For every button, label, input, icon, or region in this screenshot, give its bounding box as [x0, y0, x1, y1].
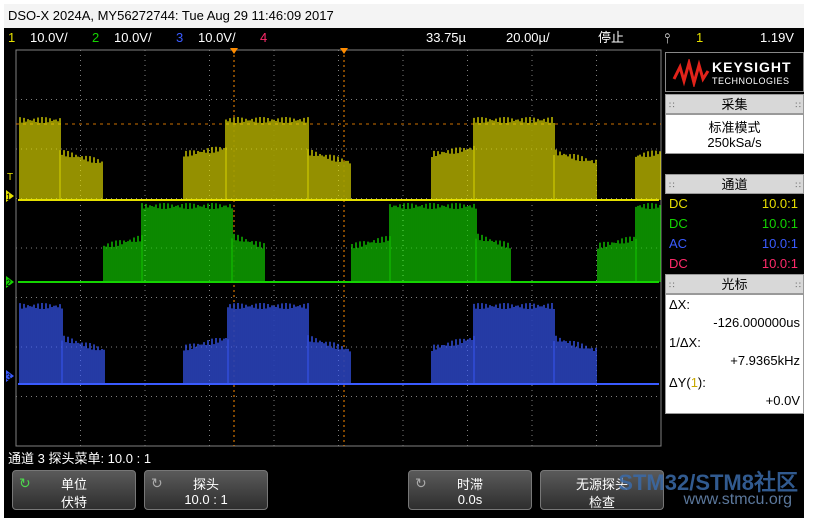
- keysight-logo: KEYSIGHT TECHNOLOGIES: [665, 52, 804, 92]
- grip-dots-icon: ∷: [669, 180, 675, 190]
- delta-y-value: +0.0V: [765, 393, 800, 408]
- ch1-burst: [183, 146, 227, 200]
- softkey-units[interactable]: ↻ 单位 伏特: [12, 470, 136, 510]
- grip-dots-icon: ∷: [669, 100, 675, 110]
- ch2-ground-marker-label: 2: [6, 278, 11, 288]
- inverse-delta-x-label: 1/ΔX:: [669, 335, 701, 350]
- inverse-delta-x-value: +7.9365kHz: [730, 353, 800, 368]
- ch3-scale[interactable]: 10.0V/: [198, 28, 236, 48]
- status-bar: 1 10.0V/ 2 10.0V/ 3 10.0V/ 4 33.75µ 20.0…: [4, 28, 804, 48]
- ch2-burst: [597, 236, 637, 282]
- watermark-url: www.stmcu.org: [683, 491, 792, 508]
- ch3-burst: [61, 335, 105, 384]
- grip-dots-icon: ∷: [795, 100, 801, 110]
- ch2-burst: [635, 203, 661, 282]
- logo-brand: KEYSIGHT: [712, 59, 792, 75]
- ch4-number[interactable]: 4: [260, 28, 267, 48]
- trigger-source[interactable]: 1: [696, 28, 703, 48]
- ch4-probe-ratio: 10.0:1: [761, 256, 798, 271]
- horizontal-delay[interactable]: 33.75µ: [426, 28, 466, 48]
- ch2-probe-row[interactable]: DC 10.0:1: [667, 214, 800, 234]
- acquire-panel: 标准模式 250kSa/s: [665, 114, 804, 154]
- ch1-burst: [473, 117, 555, 200]
- ch2-coupling: DC: [669, 216, 688, 231]
- ch1-burst: [431, 145, 475, 200]
- graticule-border: [15, 49, 662, 447]
- ch2-burst: [141, 203, 233, 282]
- ch2-burst: [103, 235, 143, 282]
- trigger-edge-icon: ⫯: [664, 30, 671, 46]
- trigger-level[interactable]: 1.19V: [760, 28, 794, 48]
- window-title: DSO-X 2024A, MY56272744: Tue Aug 29 11:4…: [4, 4, 804, 28]
- channels-panel-header[interactable]: ∷ 通道 ∷: [665, 174, 804, 194]
- ch1-burst: [553, 149, 597, 200]
- oscilloscope-display: DSO-X 2024A, MY56272744: Tue Aug 29 11:4…: [4, 4, 804, 518]
- timebase-scale[interactable]: 20.00µ/: [506, 28, 550, 48]
- ch1-coupling: DC: [669, 196, 688, 211]
- ch2-burst: [351, 236, 391, 282]
- ch4-coupling: DC: [669, 256, 688, 271]
- ch3-number[interactable]: 3: [176, 28, 183, 48]
- ch1-probe-row[interactable]: DC 10.0:1: [667, 194, 800, 214]
- waveform-graticule: T 1 2 3: [6, 48, 662, 447]
- ch1-burst: [635, 150, 661, 200]
- side-panel: KEYSIGHT TECHNOLOGIES ∷ 采集 ∷ 标准模式 250kSa…: [665, 48, 804, 448]
- grip-dots-icon: ∷: [795, 180, 801, 190]
- softkey-probe[interactable]: ↻ 探头 10.0 : 1: [144, 470, 268, 510]
- ch1-scale[interactable]: 10.0V/: [30, 28, 68, 48]
- grip-dots-icon: ∷: [669, 280, 675, 290]
- delta-y-label: ΔY(1):: [669, 375, 706, 390]
- ch2-scale[interactable]: 10.0V/: [114, 28, 152, 48]
- delta-x-label: ΔX:: [669, 297, 690, 312]
- ch3-burst: [183, 337, 229, 384]
- ch2-number[interactable]: 2: [92, 28, 99, 48]
- ch1-number[interactable]: 1: [8, 28, 15, 48]
- delta-x-value: -126.000000us: [713, 315, 800, 330]
- cursor-panel-header[interactable]: ∷ 光标 ∷: [665, 274, 804, 294]
- ch3-burst: [473, 303, 555, 384]
- ch3-burst: [431, 335, 475, 384]
- ch3-burst: [307, 335, 351, 384]
- ch1-burst: [19, 117, 61, 200]
- ch3-ground-marker-label: 3: [6, 372, 11, 382]
- cursor-panel: ΔX: -126.000000us 1/ΔX: +7.9365kHz ΔY(1)…: [665, 294, 804, 414]
- ch3-burst: [227, 303, 309, 384]
- trigger-position-marker: [230, 48, 238, 54]
- ch2-burst: [231, 233, 265, 282]
- acquire-panel-header[interactable]: ∷ 采集 ∷: [665, 94, 804, 114]
- ch1-burst: [225, 117, 309, 200]
- ch3-burst: [553, 335, 597, 384]
- ch3-burst: [19, 303, 63, 384]
- keysight-wave-icon: [672, 59, 710, 87]
- channels-title: 通道: [721, 177, 748, 192]
- acquire-mode: 标准模式: [708, 120, 761, 135]
- softkey-skew[interactable]: ↻ 时滞 0.0s: [408, 470, 532, 510]
- ch1-probe-ratio: 10.0:1: [761, 196, 798, 211]
- delay-position-marker: [340, 48, 348, 54]
- ch4-probe-row[interactable]: DC 10.0:1: [667, 254, 800, 274]
- sample-rate: 250kSa/s: [707, 135, 762, 150]
- run-state[interactable]: 停止: [598, 28, 624, 48]
- cursor-title: 光标: [721, 277, 748, 292]
- logo-subtitle: TECHNOLOGIES: [712, 76, 790, 86]
- acquire-title: 采集: [721, 97, 748, 112]
- trigger-level-marker: T: [7, 172, 13, 183]
- ch3-probe-ratio: 10.0:1: [761, 236, 798, 251]
- ch2-burst: [475, 233, 511, 282]
- waveform-screen[interactable]: T 1 2 3: [6, 48, 663, 448]
- ch1-ground-marker-label: 1: [6, 192, 11, 202]
- ch3-probe-row[interactable]: AC 10.0:1: [667, 234, 800, 254]
- grip-dots-icon: ∷: [795, 280, 801, 290]
- ch2-probe-ratio: 10.0:1: [761, 216, 798, 231]
- ch3-coupling: AC: [669, 236, 688, 251]
